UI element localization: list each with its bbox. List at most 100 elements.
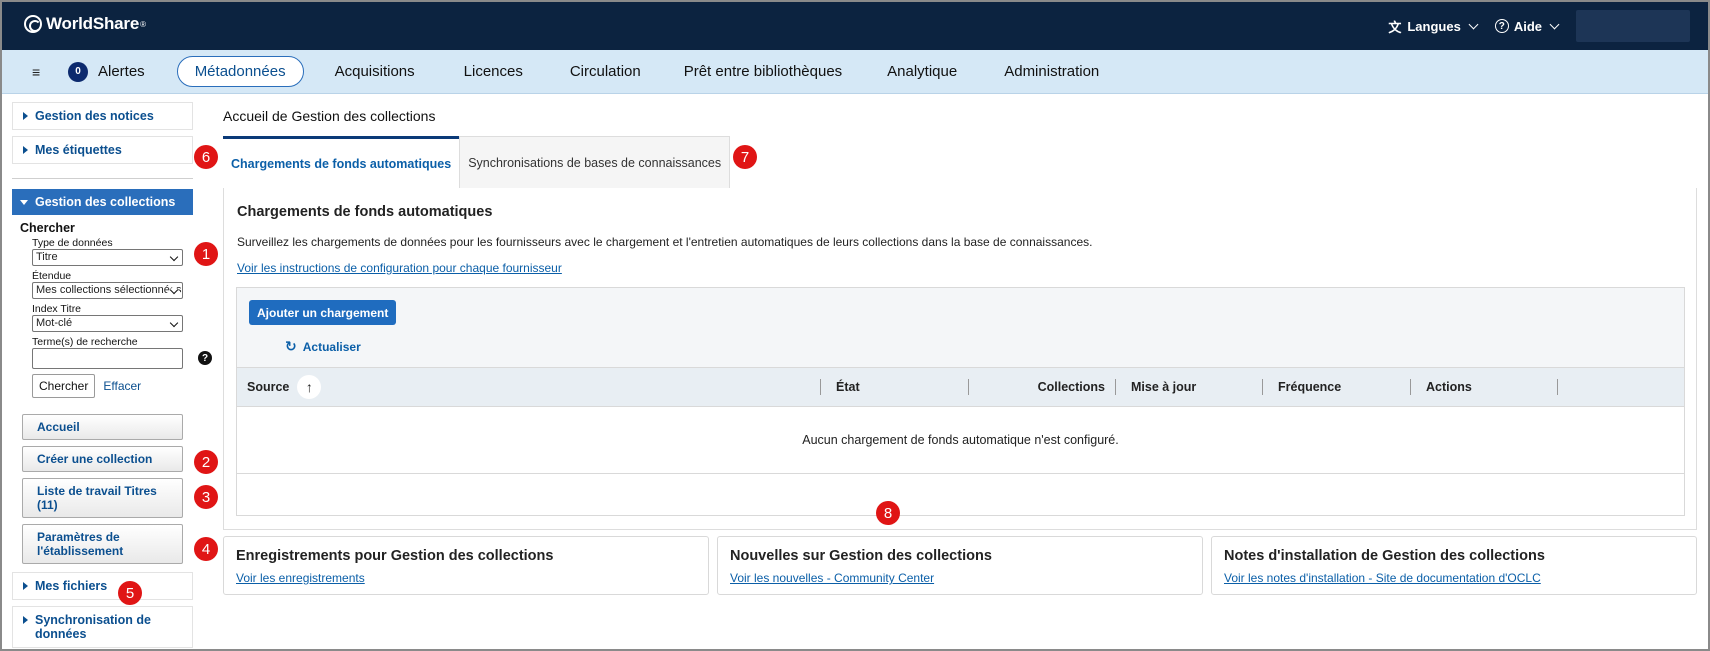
sidebar-item-label: Gestion des collections	[35, 195, 176, 209]
callout-marker: 6	[194, 145, 218, 169]
nav-circulation[interactable]: Circulation	[570, 63, 641, 80]
nav-licenses[interactable]: Licences	[464, 63, 523, 80]
table-header: Source ↑ État Collections Mise à jour Fr…	[237, 367, 1684, 407]
help-menu[interactable]: ? Aide	[1494, 18, 1560, 34]
table-footer	[237, 474, 1684, 515]
user-account-menu[interactable]	[1576, 10, 1690, 42]
page-title: Accueil de Gestion des collections	[223, 108, 436, 124]
languages-label: Langues	[1407, 18, 1461, 34]
sidebar-item-label: Mes fichiers	[35, 579, 108, 593]
card-title: Notes d'installation de Gestion des coll…	[1224, 548, 1545, 564]
sort-ascending-icon[interactable]: ↑	[297, 375, 322, 399]
title-index-select[interactable]: Mot-clé	[32, 315, 183, 332]
add-load-button[interactable]: Ajouter un chargement	[249, 300, 397, 325]
nav-interlibrary-loan[interactable]: Prêt entre bibliothèques	[684, 63, 842, 80]
configuration-instructions-link[interactable]: Voir les instructions de configuration p…	[237, 261, 562, 275]
column-header-source[interactable]: Source ↑	[247, 368, 322, 406]
languages-menu[interactable]: 文 Langues	[1388, 17, 1479, 36]
worldshare-logo-icon	[24, 15, 42, 33]
column-divider	[968, 379, 969, 395]
column-label: Source	[247, 380, 290, 394]
column-header-state[interactable]: État	[836, 368, 860, 406]
caret-down-icon	[20, 200, 28, 205]
nav-alerts[interactable]: Alertes	[98, 63, 145, 80]
nav-metadata[interactable]: Métadonnées	[176, 56, 304, 87]
help-label: Aide	[1513, 18, 1542, 34]
sidebar-item-record-management[interactable]: Gestion des notices	[12, 102, 193, 130]
sidebar: Gestion des notices Mes étiquettes Gesti…	[12, 102, 212, 649]
column-header-actions: Actions	[1426, 380, 1472, 394]
sidebar-item-collection-management[interactable]: Gestion des collections	[12, 189, 193, 215]
card-news: Nouvelles sur Gestion des collections Vo…	[717, 536, 1203, 595]
logo-text: WorldShare	[46, 14, 140, 33]
refresh-button[interactable]: ↻ Actualiser	[285, 338, 361, 355]
clear-link[interactable]: Effacer	[103, 379, 141, 393]
nav-analytics[interactable]: Analytique	[887, 63, 957, 80]
title-worklist-button[interactable]: Liste de travail Titres (11)	[22, 478, 183, 518]
sidebar-item-label: Gestion des notices	[35, 109, 154, 123]
collapse-menu-icon[interactable]: ≡	[32, 64, 46, 80]
card-link[interactable]: Voir les notes d'installation - Site de …	[1224, 571, 1541, 585]
column-divider	[1115, 379, 1116, 395]
nav-acquisitions[interactable]: Acquisitions	[335, 63, 415, 80]
caret-right-icon	[23, 146, 28, 154]
chevron-down-icon	[1549, 19, 1560, 29]
title-index-label: Index Titre	[32, 303, 82, 315]
column-header-frequency[interactable]: Fréquence	[1278, 368, 1341, 406]
sidebar-item-label: Synchronisation de données	[35, 613, 151, 641]
caret-right-icon	[23, 616, 28, 624]
callout-marker: 3	[194, 485, 218, 509]
caret-right-icon	[23, 582, 28, 590]
section-title: Chargements de fonds automatiques	[237, 204, 493, 220]
section-description: Surveillez les chargements de données po…	[237, 235, 1093, 249]
data-type-select[interactable]: Titre	[32, 249, 183, 266]
tab-knowledge-base-syncs[interactable]: Synchronisations de bases de connaissanc…	[459, 136, 731, 188]
tab-bar: Chargements de fonds automatiques Synchr…	[223, 136, 731, 188]
sidebar-item-data-sync[interactable]: Synchronisation de données	[12, 606, 193, 648]
callout-marker: 1	[194, 242, 218, 266]
refresh-icon: ↻	[285, 338, 297, 354]
tab-automatic-holdings-loads[interactable]: Chargements de fonds automatiques	[223, 136, 460, 188]
column-divider	[1262, 379, 1263, 395]
callout-marker: 4	[194, 537, 218, 561]
search-button[interactable]: Chercher	[32, 374, 96, 398]
search-terms-label: Terme(s) de recherche	[32, 336, 138, 348]
sidebar-item-my-files[interactable]: Mes fichiers	[12, 572, 193, 600]
app-window: WorldShare ® 文 Langues ? Aide ≡ 0 Alerte…	[0, 0, 1710, 651]
help-icon: ?	[1494, 19, 1509, 33]
card-records: Enregistrements pour Gestion des collect…	[223, 536, 709, 595]
sidebar-item-label: Mes étiquettes	[35, 143, 122, 157]
column-divider	[1410, 379, 1411, 395]
card-link[interactable]: Voir les nouvelles - Community Center	[730, 571, 934, 585]
column-header-collections[interactable]: Collections	[977, 368, 1105, 406]
institution-settings-button[interactable]: Paramètres de l'établissement	[22, 524, 183, 564]
card-link[interactable]: Voir les enregistrements	[236, 571, 365, 585]
card-release-notes: Notes d'installation de Gestion des coll…	[1211, 536, 1697, 595]
callout-marker: 8	[876, 501, 900, 525]
create-collection-button[interactable]: Créer une collection	[22, 446, 183, 472]
top-header: WorldShare ® 文 Langues ? Aide	[2, 2, 1708, 50]
callout-marker: 2	[194, 450, 218, 474]
help-icon[interactable]: ?	[198, 351, 212, 365]
main-nav: ≡ 0 Alertes Métadonnées Acquisitions Lic…	[2, 50, 1708, 94]
card-title: Enregistrements pour Gestion des collect…	[236, 548, 554, 564]
data-type-label: Type de données	[32, 237, 113, 249]
logo-registered-mark: ®	[140, 19, 146, 29]
search-title: Chercher	[20, 221, 75, 235]
caret-right-icon	[23, 112, 28, 120]
translate-icon: 文	[1388, 19, 1402, 35]
loads-table-panel: Ajouter un chargement ↻ Actualiser Sourc…	[236, 287, 1685, 516]
worldshare-logo[interactable]: WorldShare ®	[24, 14, 146, 34]
scope-select[interactable]: Mes collections sélectionnées	[32, 282, 183, 299]
alerts-count-badge[interactable]: 0	[68, 61, 88, 82]
home-button[interactable]: Accueil	[22, 414, 183, 440]
search-terms-input[interactable]	[32, 348, 183, 369]
column-divider	[1557, 379, 1558, 395]
column-header-updated[interactable]: Mise à jour	[1131, 368, 1196, 406]
callout-marker: 5	[118, 581, 142, 605]
sidebar-item-my-labels[interactable]: Mes étiquettes	[12, 136, 193, 164]
sidebar-divider	[12, 178, 193, 179]
nav-administration[interactable]: Administration	[1004, 63, 1099, 80]
callout-marker: 7	[733, 145, 757, 169]
column-divider	[820, 379, 821, 395]
